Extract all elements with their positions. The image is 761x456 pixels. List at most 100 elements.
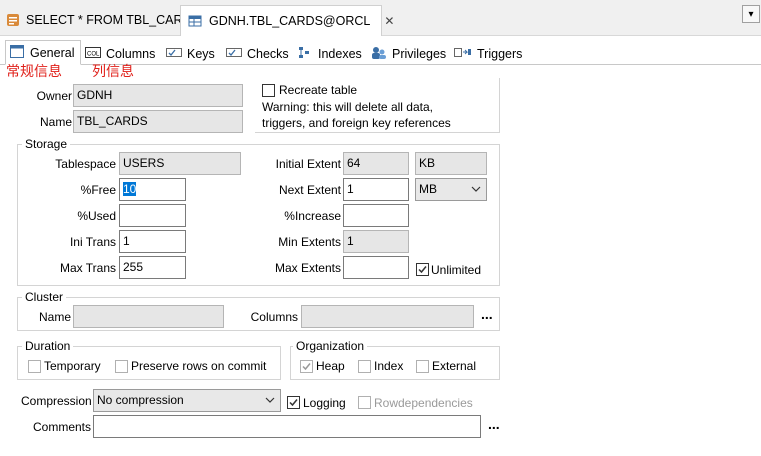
doc-tab-label: GDNH.TBL_CARDS@ORCL: [209, 14, 371, 28]
cluster-name-label: Name: [38, 310, 71, 324]
duration-title: Duration: [22, 339, 74, 353]
tablespace-label: Tablespace: [55, 157, 116, 171]
next-extent-label: Next Extent: [278, 183, 341, 197]
tab-label: Columns: [106, 47, 156, 61]
name-label: Name: [39, 115, 72, 129]
preserve-rows-checkbox[interactable]: [115, 360, 128, 373]
storage-title: Storage: [22, 137, 71, 151]
chevron-down-icon: ▾: [748, 8, 754, 20]
tab-label: General: [30, 45, 75, 60]
cluster-columns-label: Columns: [250, 310, 298, 324]
doc-tab-table[interactable]: GDNH.TBL_CARDS@ORCL ✕: [180, 5, 394, 36]
pctfree-value: 10: [123, 182, 137, 196]
pctfree-label: %Free: [80, 183, 116, 197]
min-extents-label: Min Extents: [278, 235, 341, 249]
cluster-columns-field[interactable]: [301, 305, 474, 328]
compression-select[interactable]: No compression: [93, 389, 281, 412]
chevron-down-icon: [265, 394, 275, 411]
triggers-icon: [454, 47, 472, 61]
max-extents-label: Max Extents: [274, 261, 341, 275]
indexes-icon: [298, 46, 310, 62]
cluster-name-field[interactable]: [73, 305, 224, 328]
pctused-label: %Used: [77, 209, 116, 223]
warning-line-2: triggers, and foreign key references: [262, 116, 451, 130]
initial-extent-unit[interactable]: KB: [415, 152, 487, 175]
tab-checks[interactable]: Checks: [226, 44, 289, 64]
tab-list-dropdown[interactable]: ▾: [742, 5, 760, 23]
rowdependencies-checkbox[interactable]: [358, 396, 371, 409]
tab-general[interactable]: General: [5, 40, 81, 65]
tab-label: Privileges: [392, 47, 447, 61]
owner-field[interactable]: GDNH: [73, 84, 243, 107]
cluster-title: Cluster: [22, 290, 67, 304]
pctused-field[interactable]: [119, 204, 186, 227]
svg-text:COL: COL: [87, 52, 100, 58]
pctincrease-label: %Increase: [284, 209, 341, 223]
external-checkbox[interactable]: [416, 360, 429, 373]
tab-columns[interactable]: COL Columns: [85, 44, 155, 64]
close-icon[interactable]: ✕: [384, 14, 394, 28]
maxtrans-field[interactable]: 255: [119, 256, 186, 279]
sql-query-icon: [6, 13, 20, 27]
index-checkbox[interactable]: [358, 360, 371, 373]
recreate-table-checkbox[interactable]: [262, 84, 275, 97]
checkmark-icon: [289, 399, 298, 407]
doc-tab-sql-query[interactable]: SELECT * FROM TBL_CARDS: [0, 6, 200, 34]
cluster-columns-browse-button[interactable]: ...: [481, 306, 493, 322]
next-extent-unit-select[interactable]: MB: [415, 178, 487, 201]
checks-icon: [226, 47, 242, 61]
tab-indexes[interactable]: Indexes: [298, 44, 362, 64]
initrans-field[interactable]: 1: [119, 230, 186, 253]
tab-keys[interactable]: Keys: [166, 44, 215, 64]
comments-field[interactable]: [93, 415, 481, 438]
name-field[interactable]: TBL_CARDS: [73, 110, 243, 133]
pctincrease-field[interactable]: [343, 204, 409, 227]
checkmark-icon: [302, 363, 311, 371]
general-icon: [10, 44, 24, 61]
min-extents-field[interactable]: 1: [343, 230, 409, 253]
owner-label: Owner: [36, 89, 72, 103]
recreate-table-label: Recreate table: [279, 83, 358, 97]
index-label: Index: [374, 359, 404, 373]
rowdependencies-label: Rowdependencies: [374, 396, 473, 410]
heap-checkbox[interactable]: [300, 360, 313, 373]
chevron-down-icon: [471, 183, 481, 200]
annotation-general: 常规信息: [6, 63, 62, 79]
tab-label: Keys: [187, 47, 215, 61]
annotation-columns: 列信息: [92, 63, 134, 79]
maxtrans-label: Max Trans: [59, 261, 116, 275]
initial-extent-field[interactable]: 64: [343, 152, 409, 175]
next-extent-unit-value: MB: [419, 182, 437, 196]
tab-label: Checks: [247, 47, 289, 61]
preserve-rows-label: Preserve rows on commit: [131, 359, 267, 373]
temporary-checkbox[interactable]: [28, 360, 41, 373]
privileges-icon: [371, 46, 387, 62]
tablespace-field[interactable]: USERS: [119, 152, 241, 175]
comments-browse-button[interactable]: ...: [488, 416, 500, 432]
pctfree-field[interactable]: 10: [119, 178, 186, 201]
temporary-label: Temporary: [44, 359, 101, 373]
checkmark-icon: [418, 266, 427, 274]
tab-triggers[interactable]: Triggers: [454, 44, 522, 64]
table-icon: [188, 14, 202, 28]
tab-privileges[interactable]: Privileges: [371, 44, 446, 64]
initial-extent-label: Initial Extent: [275, 157, 341, 171]
tab-label: Indexes: [318, 47, 362, 61]
keys-icon: [166, 47, 182, 61]
comments-label: Comments: [32, 420, 91, 434]
external-label: External: [432, 359, 477, 373]
unlimited-checkbox[interactable]: [416, 263, 429, 276]
doc-tab-label: SELECT * FROM TBL_CARDS: [26, 13, 200, 27]
heap-label: Heap: [316, 359, 345, 373]
compression-label: Compression: [21, 394, 92, 408]
max-extents-field[interactable]: [343, 256, 409, 279]
next-extent-field[interactable]: 1: [343, 178, 409, 201]
logging-checkbox[interactable]: [287, 396, 300, 409]
tab-label: Triggers: [477, 47, 523, 61]
organization-title: Organization: [293, 339, 368, 353]
logging-label: Logging: [303, 396, 346, 410]
unlimited-label: Unlimited: [431, 263, 482, 277]
compression-value: No compression: [97, 393, 184, 407]
initrans-label: Ini Trans: [69, 235, 116, 249]
warning-line-1: Warning: this will delete all data,: [262, 100, 433, 114]
